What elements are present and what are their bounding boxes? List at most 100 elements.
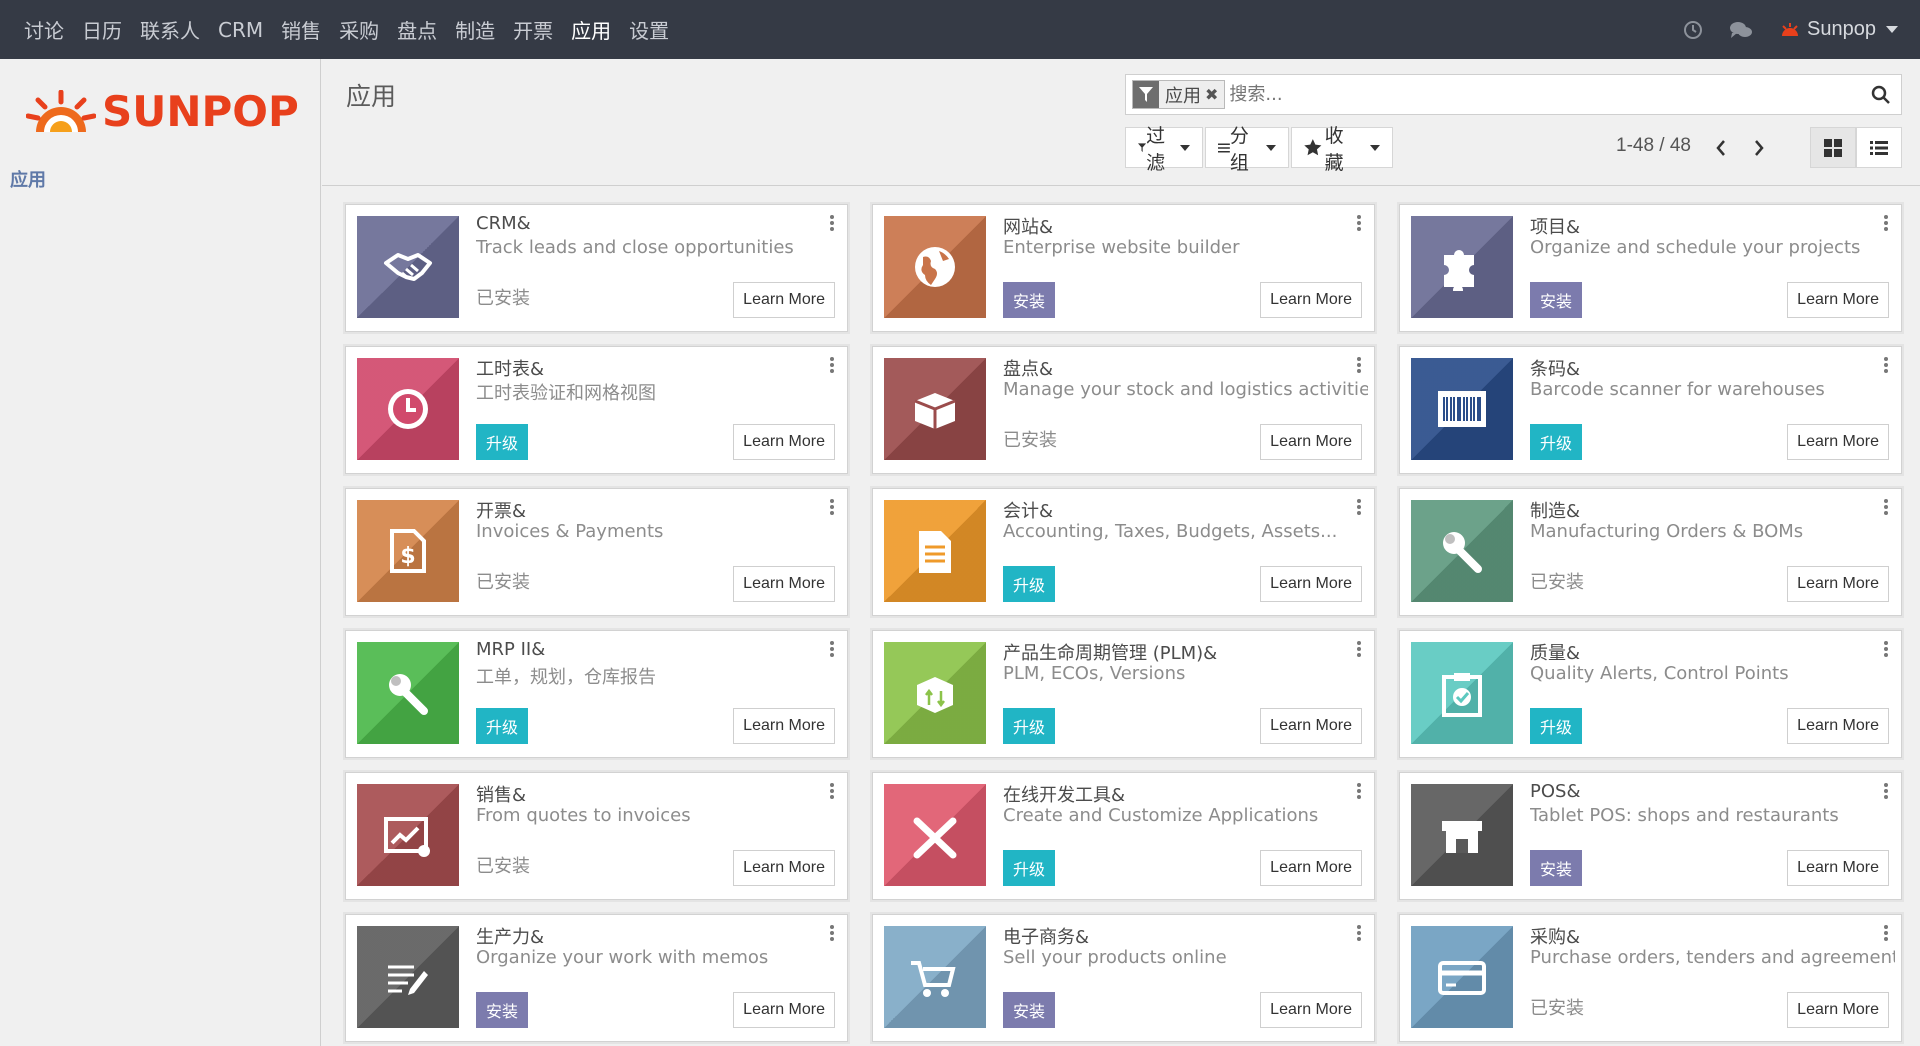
filter-button[interactable]: 过滤 — [1125, 125, 1203, 174]
kebab-menu-icon[interactable] — [1884, 499, 1888, 517]
learn-more-button[interactable]: Learn More — [1260, 424, 1362, 460]
menu-item-0[interactable]: 讨论 — [24, 15, 64, 44]
chart-up-icon — [357, 784, 459, 886]
upgrade-button[interactable]: 升级 — [1003, 850, 1056, 886]
kebab-menu-icon[interactable] — [1357, 925, 1361, 943]
sidebar-item-apps[interactable]: 应用 — [10, 166, 46, 192]
app-summary: Quality Alerts, Control Points — [1530, 663, 1789, 684]
app-summary: 工单，规划，仓库报告 — [476, 667, 656, 688]
credit-card-icon — [1411, 926, 1513, 1028]
kebab-menu-icon[interactable] — [1357, 215, 1361, 233]
favorites-button[interactable]: 收藏 — [1291, 125, 1393, 174]
chevron-left-icon[interactable] — [1702, 127, 1740, 168]
learn-more-button[interactable]: Learn More — [1787, 708, 1889, 744]
learn-more-button[interactable]: Learn More — [1260, 992, 1362, 1028]
chevron-down-icon — [1370, 144, 1380, 151]
app-card: 条码& Barcode scanner for warehouses 升级 Learn… — [1397, 344, 1904, 476]
shop-icon — [1411, 784, 1513, 886]
app-summary: Invoices & Payments — [476, 521, 664, 542]
learn-more-button[interactable]: Learn More — [1787, 424, 1889, 460]
kebab-menu-icon[interactable] — [1357, 499, 1361, 517]
learn-more-button[interactable]: Learn More — [1260, 282, 1362, 318]
learn-more-button[interactable]: Learn More — [1260, 708, 1362, 744]
kebab-menu-icon[interactable] — [830, 215, 834, 233]
search-input[interactable] — [1229, 76, 1861, 113]
learn-more-button[interactable]: Learn More — [733, 992, 835, 1028]
pager-value[interactable]: 1-48 / 48 — [1616, 135, 1691, 157]
kebab-menu-icon[interactable] — [1884, 215, 1888, 233]
install-button[interactable]: 安装 — [1003, 282, 1056, 318]
learn-more-button[interactable]: Learn More — [733, 424, 835, 460]
menu-item-10[interactable]: 设置 — [629, 15, 669, 44]
upgrade-button[interactable]: 升级 — [1530, 708, 1583, 744]
app-title: 工时表& — [476, 359, 545, 380]
menu-item-5[interactable]: 采购 — [339, 15, 379, 44]
upgrade-button[interactable]: 升级 — [476, 424, 529, 460]
install-button[interactable]: 安装 — [1530, 282, 1583, 318]
learn-more-button[interactable]: Learn More — [733, 566, 835, 602]
app-summary: Organize and schedule your projects — [1530, 237, 1861, 258]
menu-item-8[interactable]: 开票 — [513, 15, 553, 44]
upgrade-button[interactable]: 升级 — [1530, 424, 1583, 460]
kebab-menu-icon[interactable] — [1357, 783, 1361, 801]
kebab-menu-icon[interactable] — [1357, 357, 1361, 375]
app-card: 会计& Accounting, Taxes, Budgets, Assets...… — [870, 486, 1377, 618]
learn-more-button[interactable]: Learn More — [733, 850, 835, 886]
install-button[interactable]: 安装 — [1003, 992, 1056, 1028]
kebab-menu-icon[interactable] — [1884, 925, 1888, 943]
activity-clock-icon[interactable] — [1683, 20, 1703, 40]
app-card: 网站& Enterprise website builder 安装 Learn Mor… — [870, 202, 1377, 334]
kebab-menu-icon[interactable] — [830, 783, 834, 801]
app-card: 质量& Quality Alerts, Control Points 升级 Learn… — [1397, 628, 1904, 760]
upgrade-button[interactable]: 升级 — [1003, 708, 1056, 744]
learn-more-button[interactable]: Learn More — [733, 282, 835, 318]
clock-icon — [357, 358, 459, 460]
installed-label: 已安装 — [1530, 998, 1584, 1019]
user-menu[interactable]: Sunpop — [1779, 18, 1898, 41]
menu-item-4[interactable]: 销售 — [281, 15, 321, 44]
install-button[interactable]: 安装 — [476, 992, 529, 1028]
upgrade-button[interactable]: 升级 — [1003, 566, 1056, 602]
menu-item-7[interactable]: 制造 — [455, 15, 495, 44]
learn-more-button[interactable]: Learn More — [1787, 850, 1889, 886]
barcode-icon — [1411, 358, 1513, 460]
kebab-menu-icon[interactable] — [1884, 783, 1888, 801]
kebab-menu-icon[interactable] — [1357, 641, 1361, 659]
app-menu: 讨论 日历 联系人 CRM 销售 采购 盘点 制造 开票 应用 设置 — [0, 15, 687, 44]
list-view-icon[interactable] — [1856, 127, 1902, 168]
wrench-icon — [1411, 500, 1513, 602]
menu-item-2[interactable]: 联系人 — [140, 15, 200, 44]
menu-item-6[interactable]: 盘点 — [397, 15, 437, 44]
list-icon — [1218, 143, 1230, 152]
learn-more-button[interactable]: Learn More — [1260, 850, 1362, 886]
app-card: 在线开发工具& Create and Customize Applications… — [870, 770, 1377, 902]
upgrade-button[interactable]: 升级 — [476, 708, 529, 744]
menu-item-3[interactable]: CRM — [218, 18, 263, 42]
learn-more-button[interactable]: Learn More — [1787, 282, 1889, 318]
kebab-menu-icon[interactable] — [830, 641, 834, 659]
chevron-down-icon — [1266, 144, 1276, 151]
kebab-menu-icon[interactable] — [1884, 357, 1888, 375]
learn-more-button[interactable]: Learn More — [1787, 992, 1889, 1028]
app-summary: PLM, ECOs, Versions — [1003, 663, 1186, 684]
chat-icon[interactable] — [1729, 20, 1753, 40]
learn-more-button[interactable]: Learn More — [733, 708, 835, 744]
learn-more-button[interactable]: Learn More — [1260, 566, 1362, 602]
facet-remove-icon[interactable]: ✖ — [1205, 85, 1224, 104]
kanban-view-icon[interactable] — [1810, 127, 1856, 168]
kebab-menu-icon[interactable] — [1884, 641, 1888, 659]
svg-text:$: $ — [400, 544, 415, 569]
menu-item-1[interactable]: 日历 — [82, 15, 122, 44]
installed-label: 已安装 — [476, 572, 530, 593]
learn-more-button[interactable]: Learn More — [1787, 566, 1889, 602]
kebab-menu-icon[interactable] — [830, 357, 834, 375]
app-card: 生产力& Organize your work with memos 安装 Learn… — [343, 912, 850, 1044]
kebab-menu-icon[interactable] — [830, 499, 834, 517]
menu-item-9[interactable]: 应用 — [571, 15, 611, 44]
chevron-right-icon[interactable] — [1740, 127, 1778, 168]
install-button[interactable]: 安装 — [1530, 850, 1583, 886]
search-icon[interactable] — [1861, 85, 1901, 105]
systray: Sunpop — [1657, 0, 1898, 59]
group-by-button[interactable]: 分组 — [1205, 125, 1289, 174]
kebab-menu-icon[interactable] — [830, 925, 834, 943]
